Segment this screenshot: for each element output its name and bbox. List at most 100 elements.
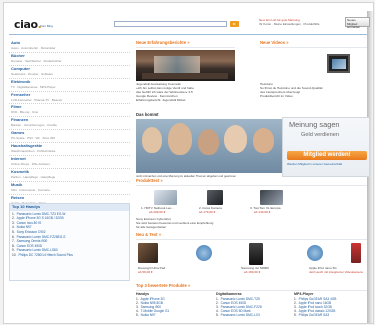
- video-text-3[interactable]: Produktbericht im Video: [260, 94, 293, 98]
- register-button[interactable]: Neues Mitglied anmelden: [345, 17, 370, 29]
- person-photo: [168, 123, 192, 155]
- rank-number: 8.: [12, 243, 15, 248]
- rank-number: 5.: [12, 229, 15, 234]
- top3-list-item[interactable]: 5. Panasonic Lumix DMC-LX3: [216, 313, 292, 317]
- rank-number: 5.: [294, 312, 297, 317]
- category-subtitle[interactable]: LCD-Fernseher · Plasma-TV · Beamer: [11, 98, 130, 102]
- section-rule: [136, 239, 367, 240]
- rank-number: 2.: [12, 216, 15, 221]
- rank-number: 5.: [216, 312, 219, 317]
- section-title-reviews[interactable]: Neue Erfahrungsberichte »: [136, 40, 190, 46]
- header-links[interactable]: Neu: Ein Lob für gute Meinung Ihr Konto …: [259, 18, 344, 26]
- top3-item-label[interactable]: Panasonic Lumix DMC-LX3: [221, 313, 260, 317]
- section-title-top3[interactable]: Top 3 bewertete Produkte »: [136, 283, 190, 289]
- promo-link[interactable]: Werden Mitglied in unserer Gemeinschaft: [287, 162, 342, 166]
- search-button[interactable]: [230, 21, 239, 27]
- promo-subline: Geld verdienen: [301, 132, 339, 138]
- rank-number: 1.: [294, 296, 297, 301]
- new-item-photo[interactable]: [138, 243, 158, 263]
- category-subtitle[interactable]: Autos · Autozubehör · Motorräder: [11, 46, 130, 50]
- top-list-item[interactable]: 10. Philips DC 7250/14 Hitech Sound Plus: [12, 253, 127, 258]
- top3-item-label[interactable]: Nokia N97: [141, 313, 156, 317]
- top-list: 1. Panasonic Lumix DMC-TZ3 EG-W 2. Apple iP…: [10, 211, 129, 259]
- category-subtitle[interactable]: TV · Digitalkameras · MP3-Player: [11, 85, 130, 89]
- top-list-label[interactable]: Panasonic Lumix DMC-LS80: [17, 248, 58, 252]
- phone-icon[interactable]: [249, 243, 263, 265]
- video-thumbnail-tv[interactable]: [327, 54, 350, 73]
- top3-list-item[interactable]: 5. Nokia N97: [136, 313, 212, 317]
- section-title-tests[interactable]: Produkttest »: [136, 178, 163, 184]
- top3-column-phones: Handys 1. Apple iPhone 3G 2. Nokia N95 8GB 3…: [136, 292, 212, 317]
- category-subtitle[interactable]: Parfum · Haarpflege · Hautpflege: [11, 175, 130, 179]
- rank-number: 1.: [136, 296, 139, 301]
- rank-number: 10.: [12, 252, 17, 257]
- category-subtitle[interactable]: PC-Spiele · PS3 · Wii · Xbox 360: [11, 136, 130, 140]
- sidebar-category[interactable]: Filme DVD · Blu-ray · Kino: [9, 104, 130, 118]
- community-photo-band[interactable]: [136, 119, 282, 173]
- top-list-label[interactable]: Panasonic Lumix DMC-TZ3 EG-W: [17, 212, 66, 216]
- section-title-videos[interactable]: Neue Videos »: [260, 40, 289, 46]
- category-subtitle[interactable]: Waschmaschinen · Kühlschränke: [11, 149, 130, 153]
- person-photo: [142, 127, 162, 153]
- promo-headline: Meinung sagen: [289, 120, 340, 129]
- music-player-icon[interactable]: [351, 243, 361, 263]
- sidebar-category[interactable]: Bücher Romane · Sachbücher · Kinderbücher: [9, 53, 130, 66]
- category-subtitle[interactable]: DVD · Blu-ray · Kino: [11, 110, 130, 114]
- promo-panel[interactable]: Meinung sagen Geld verdienen Mitglied we…: [282, 117, 370, 177]
- top-list-label[interactable]: Sony Ericsson C902: [17, 230, 46, 234]
- ciao-logo[interactable]: ciao.: [14, 18, 42, 32]
- product-image-navigation[interactable]: [260, 190, 283, 205]
- product-image-camera[interactable]: [207, 190, 223, 205]
- top-list-box: Top 10 Handys 1. Panasonic Lumix DMC-TZ3 …: [9, 203, 130, 281]
- section-rule: [136, 185, 367, 186]
- category-subtitle[interactable]: Romane · Sachbücher · Kinderbücher: [11, 59, 130, 63]
- sidebar-category[interactable]: Elektronik TV · Digitalkameras · MP3-Play…: [9, 79, 130, 92]
- sidebar-category[interactable]: Musik CDs · Instrumente · Konzerte: [9, 182, 130, 195]
- sidebar-category[interactable]: Computer Notebooks · Drucker · Software: [9, 66, 130, 79]
- category-subtitle[interactable]: Online-Shops · DSL-Anbieter: [11, 162, 130, 166]
- top-list-label[interactable]: Panasonic Lumix DMC-FZ28EG-S: [17, 235, 66, 239]
- rank-number: 1.: [216, 296, 219, 301]
- top3-list-item[interactable]: 5. Philips GoGEAR SA3: [294, 313, 370, 317]
- page: ciao. from Bing Neu: Ein Lob für gute Me…: [3, 2, 374, 324]
- test-3-price: ab 149,00 €: [254, 210, 271, 214]
- new-item-2-price: ab 189,00 €: [244, 270, 261, 274]
- sidebar-category[interactable]: Kosmetik Parfum · Haarpflege · Hautpflege: [9, 169, 130, 182]
- top3-item-label[interactable]: Philips GoGEAR SA3: [299, 313, 329, 317]
- sidebar-category[interactable]: Internet Online-Shops · DSL-Anbieter: [9, 156, 130, 169]
- section-rule: [136, 290, 367, 291]
- top3-column-cameras: Digitalkameras 1. Panasonic Lumix DMC-TZ5…: [216, 292, 292, 317]
- rank-number: 1.: [12, 211, 15, 216]
- logo-subtitle: from Bing: [40, 24, 53, 28]
- sidebar-category[interactable]: Games PC-Spiele · PS3 · Wii · Xbox 360: [9, 130, 130, 144]
- top-list-title: Top 10 Handys: [10, 204, 129, 211]
- top-list-label[interactable]: Canon Ixus 80 IS: [17, 221, 41, 225]
- top-list-label[interactable]: Philips DC 7250/14 Hitech Sound Plus: [18, 253, 72, 257]
- rank-number: 7.: [12, 239, 15, 244]
- rank-number: 5.: [136, 312, 139, 317]
- info-icon: [196, 245, 212, 261]
- info-icon: [307, 245, 323, 261]
- top-list-label[interactable]: Apple iPhone 3G S 16GB / 32GB: [17, 216, 64, 220]
- category-subtitle[interactable]: CDs · Instrumente · Konzerte: [11, 188, 130, 192]
- sidebar-category[interactable]: Haushaltsgeräte Waschmaschinen · Kühlschr…: [9, 143, 130, 157]
- test-1-price: ab 299,00 €: [149, 210, 166, 214]
- top-list-label[interactable]: Samsung Omnia i900: [17, 239, 48, 243]
- top-list-label[interactable]: Canon EOS 450D: [17, 244, 43, 248]
- product-image-netbook[interactable]: [154, 190, 177, 205]
- join-button[interactable]: Mitglied werden!: [287, 151, 367, 160]
- section-title-new[interactable]: Neu & Test »: [136, 232, 161, 238]
- header-divider: [9, 34, 367, 35]
- sidebar-category[interactable]: Fernseher LCD-Fernseher · Plasma-TV · Bea…: [9, 92, 130, 105]
- category-subtitle[interactable]: Banken · Versicherungen · Kredite: [11, 123, 130, 127]
- new-item-1-price: ab 59,00 €: [138, 270, 153, 274]
- person-photo: [198, 129, 219, 155]
- new-item-3-text: Jetzt auch mit integrierter Videokamera: [309, 270, 363, 274]
- search-input[interactable]: [114, 21, 227, 27]
- header-link-account[interactable]: Ihr Konto · Meine Einstellungen · Produk…: [259, 22, 344, 26]
- top-list-label[interactable]: Nokia N97: [17, 225, 32, 229]
- category-subtitle[interactable]: Notebooks · Drucker · Software: [11, 72, 130, 76]
- sidebar-category[interactable]: Finanzen Banken · Versicherungen · Kredit…: [9, 117, 130, 131]
- review-photo[interactable]: [136, 50, 235, 81]
- sidebar-category[interactable]: Auto Autos · Autozubehör · Motorräder: [9, 40, 130, 53]
